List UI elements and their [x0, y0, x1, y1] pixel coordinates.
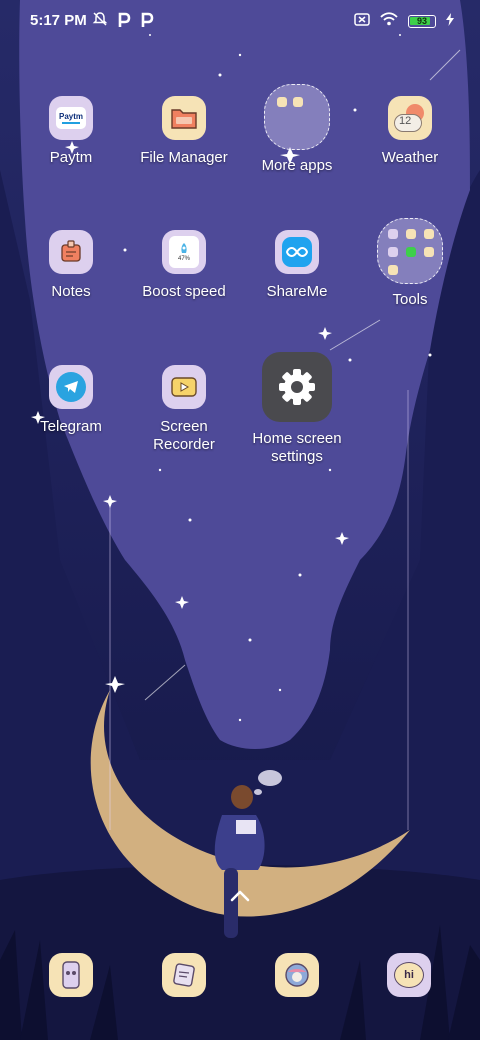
- app-screen-recorder[interactable]: Screen Recorder: [128, 365, 240, 454]
- app-label: Telegram: [40, 418, 102, 435]
- folder-icon: [162, 96, 206, 140]
- phone-icon: [62, 961, 80, 989]
- dock-phone[interactable]: [49, 953, 93, 997]
- app-tools[interactable]: Tools: [354, 218, 466, 309]
- app-paytm[interactable]: Paytm Paytm: [15, 96, 127, 167]
- weather-icon: 12: [388, 96, 432, 140]
- dock-chat[interactable]: hi: [387, 953, 431, 997]
- charging-bolt-icon: [446, 12, 454, 31]
- status-notification-icons: [92, 11, 154, 32]
- app-label: Paytm: [49, 149, 93, 166]
- muted-bell-icon: [92, 11, 108, 32]
- rocket-icon: 47%: [162, 230, 206, 274]
- app-label: ShareMe: [266, 283, 328, 300]
- app-label: Tools: [392, 291, 428, 308]
- home-screen[interactable]: 5:17 PM 93 Paytm Paytm File Manager More…: [0, 0, 480, 1040]
- messages-icon: [173, 963, 195, 987]
- app-weather[interactable]: 12 Weather: [354, 96, 466, 167]
- app-label: File Manager: [140, 149, 228, 166]
- app-label: Home screen settings: [252, 430, 342, 465]
- app-label: Boost speed: [142, 283, 226, 300]
- paytm-p-icon: [140, 12, 154, 32]
- app-file-manager[interactable]: File Manager: [128, 96, 240, 167]
- paytm-icon-text: Paytm: [58, 112, 83, 121]
- app-notes[interactable]: Notes: [15, 230, 127, 301]
- dock-browser[interactable]: [275, 953, 319, 997]
- screen-recorder-icon: [162, 365, 206, 409]
- notes-icon: [49, 230, 93, 274]
- telegram-icon: [49, 365, 93, 409]
- app-label: Notes: [51, 283, 91, 300]
- infinity-icon: [275, 230, 319, 274]
- app-label: More apps: [261, 157, 333, 174]
- paytm-p-icon: [117, 12, 131, 32]
- status-time: 5:17 PM: [30, 12, 87, 29]
- gear-icon: [262, 352, 332, 422]
- app-shareme[interactable]: ShareMe: [241, 230, 353, 301]
- battery-percent: 93: [416, 16, 427, 26]
- app-label: Screen Recorder: [153, 418, 215, 453]
- app-home-screen-settings[interactable]: Home screen settings: [241, 352, 353, 466]
- chat-icon: hi: [394, 962, 424, 988]
- chat-icon-text: hi: [404, 969, 414, 981]
- folder-icon: [264, 84, 330, 150]
- dock-messages[interactable]: [162, 953, 206, 997]
- battery-icon: 93: [408, 15, 436, 28]
- folder-icon: [377, 218, 443, 284]
- app-boost-speed[interactable]: 47% Boost speed: [128, 230, 240, 301]
- chevron-up-icon: [230, 890, 250, 902]
- wifi-icon: [380, 12, 398, 31]
- status-bar: 5:17 PM 93: [0, 0, 480, 44]
- status-system-icons: 93: [354, 12, 454, 31]
- browser-icon: [285, 963, 309, 987]
- app-more-apps[interactable]: More apps: [241, 84, 353, 175]
- app-telegram[interactable]: Telegram: [15, 365, 127, 436]
- app-drawer-handle[interactable]: [229, 886, 251, 906]
- boost-percent: 47%: [177, 255, 190, 262]
- paytm-icon: Paytm: [49, 96, 93, 140]
- weather-icon-text: 12: [399, 115, 412, 127]
- no-sim-icon: [354, 12, 370, 31]
- app-label: Weather: [381, 149, 439, 166]
